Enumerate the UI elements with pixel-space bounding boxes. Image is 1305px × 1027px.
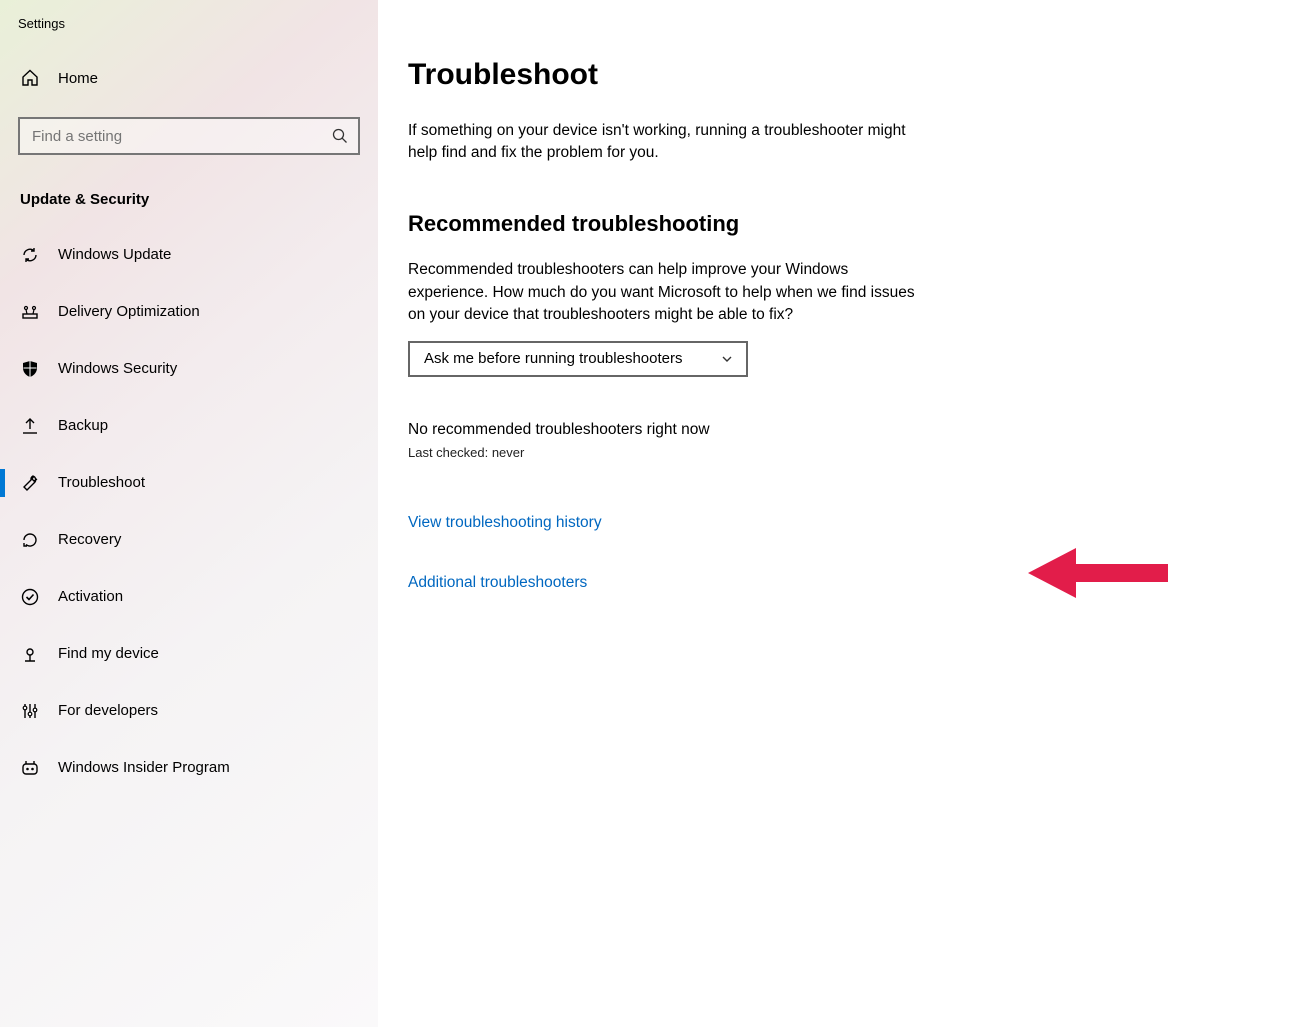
no-troubleshooters-text: No recommended troubleshooters right now — [408, 421, 1038, 439]
shield-icon — [20, 359, 40, 379]
lead-text: If something on your device isn't workin… — [408, 120, 928, 163]
page-title: Troubleshoot — [408, 58, 1038, 92]
recommended-title: Recommended troubleshooting — [408, 211, 1038, 237]
sidebar-item-find-my-device[interactable]: Find my device — [0, 625, 378, 682]
wrench-icon — [20, 473, 40, 493]
sidebar-item-windows-security[interactable]: Windows Security — [0, 340, 378, 397]
home-icon — [20, 68, 40, 88]
arrow-annotation-icon — [1028, 538, 1168, 608]
chevron-down-icon — [720, 352, 734, 366]
search-field[interactable] — [32, 128, 320, 145]
locate-icon — [20, 644, 40, 664]
insider-icon — [20, 758, 40, 778]
search-icon — [332, 128, 348, 144]
sync-icon — [20, 245, 40, 265]
sidebar-item-label: For developers — [58, 702, 158, 719]
sidebar-item-troubleshoot[interactable]: Troubleshoot — [0, 454, 378, 511]
sidebar-item-recovery[interactable]: Recovery — [0, 511, 378, 568]
sidebar: Settings Home Update & Security Windows … — [0, 0, 378, 1027]
app-title: Settings — [0, 12, 378, 49]
nav-list: Windows Update Delivery Optimization Win… — [0, 226, 378, 796]
check-circle-icon — [20, 587, 40, 607]
category-header: Update & Security — [0, 155, 378, 226]
dropdown-value: Ask me before running troubleshooters — [424, 350, 682, 367]
sidebar-item-label: Activation — [58, 588, 123, 605]
last-checked-text: Last checked: never — [408, 445, 1038, 460]
sidebar-item-backup[interactable]: Backup — [0, 397, 378, 454]
view-history-link[interactable]: View troubleshooting history — [408, 514, 602, 532]
sidebar-item-label: Windows Update — [58, 246, 171, 263]
sidebar-item-for-developers[interactable]: For developers — [0, 682, 378, 739]
sidebar-item-activation[interactable]: Activation — [0, 568, 378, 625]
sidebar-item-windows-update[interactable]: Windows Update — [0, 226, 378, 283]
home-label: Home — [58, 70, 98, 87]
recommended-desc: Recommended troubleshooters can help imp… — [408, 259, 928, 326]
sidebar-item-delivery-optimization[interactable]: Delivery Optimization — [0, 283, 378, 340]
sidebar-item-label: Recovery — [58, 531, 121, 548]
sidebar-item-label: Troubleshoot — [58, 474, 145, 491]
content-area: Troubleshoot If something on your device… — [378, 0, 1078, 1027]
sidebar-item-label: Windows Insider Program — [58, 759, 230, 776]
troubleshoot-preference-dropdown[interactable]: Ask me before running troubleshooters — [408, 341, 748, 377]
home-nav[interactable]: Home — [0, 49, 378, 107]
sidebar-item-label: Windows Security — [58, 360, 177, 377]
sidebar-item-insider[interactable]: Windows Insider Program — [0, 739, 378, 796]
network-icon — [20, 302, 40, 322]
recovery-icon — [20, 530, 40, 550]
sidebar-item-label: Delivery Optimization — [58, 303, 200, 320]
sliders-icon — [20, 701, 40, 721]
search-input[interactable] — [18, 117, 360, 155]
upload-icon — [20, 416, 40, 436]
sidebar-item-label: Backup — [58, 417, 108, 434]
additional-troubleshooters-link[interactable]: Additional troubleshooters — [408, 574, 587, 592]
sidebar-item-label: Find my device — [58, 645, 159, 662]
